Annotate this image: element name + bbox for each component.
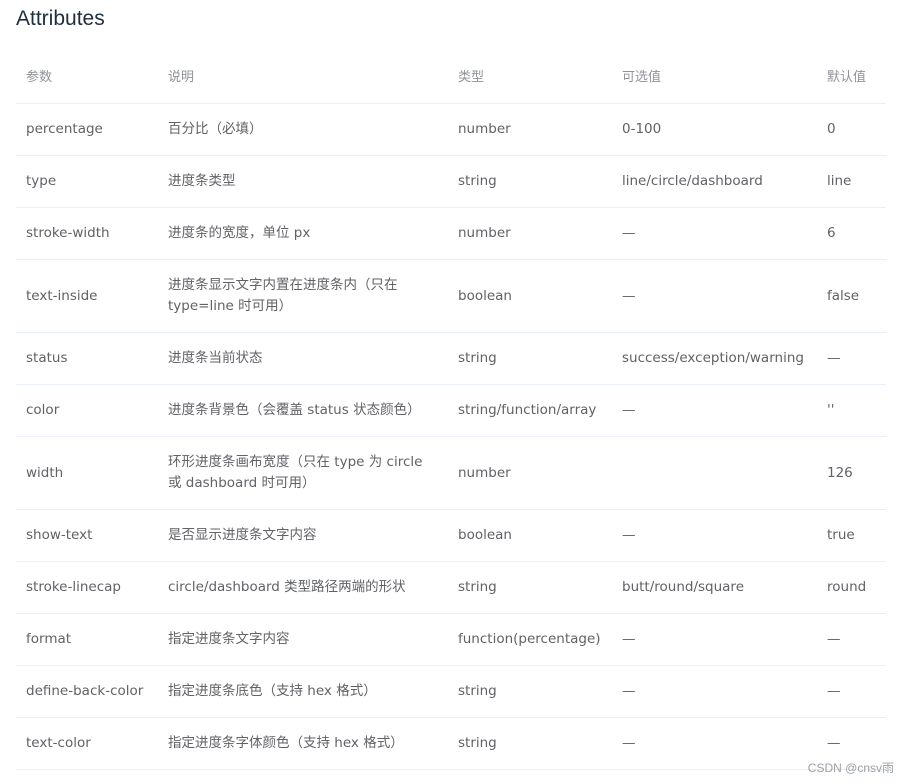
cell-param: width: [16, 436, 158, 510]
cell-param: stroke-width: [16, 207, 158, 260]
cell-description: 百分比（必填）: [158, 103, 448, 156]
header-description: 说明: [158, 52, 448, 104]
cell-default: —: [817, 613, 886, 666]
cell-type: string: [448, 332, 612, 385]
cell-options: —: [612, 384, 817, 437]
table-header-row: 参数 说明 类型 可选值 默认值: [16, 52, 886, 104]
cell-type: boolean: [448, 509, 612, 562]
cell-type: number: [448, 207, 612, 260]
cell-param: type: [16, 155, 158, 208]
cell-options: —: [612, 207, 817, 260]
cell-options: butt/round/square: [612, 561, 817, 614]
cell-options: —: [612, 259, 817, 333]
cell-default: false: [817, 259, 886, 333]
cell-type: boolean: [448, 259, 612, 333]
table-row: type 进度条类型 string line/circle/dashboard …: [16, 155, 886, 208]
table-row: show-text 是否显示进度条文字内容 boolean — true: [16, 509, 886, 562]
cell-default: 0: [817, 103, 886, 156]
table-row: color 进度条背景色（会覆盖 status 状态颜色） string/fun…: [16, 384, 886, 437]
cell-param: text-color: [16, 717, 158, 770]
cell-default: line: [817, 155, 886, 208]
cell-type: function(percentage): [448, 613, 612, 666]
cell-options: success/exception/warning: [612, 332, 817, 385]
cell-options: —: [612, 613, 817, 666]
cell-description: 进度条背景色（会覆盖 status 状态颜色）: [158, 384, 448, 437]
cell-description: 指定进度条字体颜色（支持 hex 格式）: [158, 717, 448, 770]
header-type: 类型: [448, 52, 612, 104]
cell-default: 126: [817, 436, 886, 510]
cell-description: 进度条的宽度，单位 px: [158, 207, 448, 260]
table-row: percentage 百分比（必填） number 0-100 0: [16, 103, 886, 156]
cell-default: '': [817, 384, 886, 437]
cell-param: status: [16, 332, 158, 385]
cell-type: string/function/array: [448, 384, 612, 437]
cell-param: color: [16, 384, 158, 437]
table-row: stroke-width 进度条的宽度，单位 px number — 6: [16, 207, 886, 260]
cell-type: string: [448, 717, 612, 770]
cell-options: —: [612, 509, 817, 562]
cell-default: —: [817, 665, 886, 718]
cell-type: string: [448, 561, 612, 614]
header-options: 可选值: [612, 52, 817, 104]
cell-description: 进度条显示文字内置在进度条内（只在 type=line 时可用）: [158, 259, 448, 333]
cell-options: 0-100: [612, 103, 817, 156]
table-row: format 指定进度条文字内容 function(percentage) — …: [16, 613, 886, 666]
cell-options: line/circle/dashboard: [612, 155, 817, 208]
cell-param: text-inside: [16, 259, 158, 333]
cell-param: percentage: [16, 103, 158, 156]
cell-options: —: [612, 717, 817, 770]
cell-default: round: [817, 561, 886, 614]
table-row: text-inside 进度条显示文字内置在进度条内（只在 type=line …: [16, 259, 886, 333]
cell-param: define-back-color: [16, 665, 158, 718]
table-row: stroke-linecap circle/dashboard 类型路径两端的形…: [16, 561, 886, 614]
cell-param: show-text: [16, 509, 158, 562]
cell-type: number: [448, 436, 612, 510]
cell-description: circle/dashboard 类型路径两端的形状: [158, 561, 448, 614]
cell-options: [612, 436, 817, 510]
cell-type: string: [448, 665, 612, 718]
table-row: text-color 指定进度条字体颜色（支持 hex 格式） string —…: [16, 717, 886, 770]
cell-description: 指定进度条底色（支持 hex 格式）: [158, 665, 448, 718]
cell-description: 环形进度条画布宽度（只在 type 为 circle 或 dashboard 时…: [158, 436, 448, 510]
cell-default: true: [817, 509, 886, 562]
table-row: status 进度条当前状态 string success/exception/…: [16, 332, 886, 385]
header-default: 默认值: [817, 52, 886, 104]
cell-type: string: [448, 155, 612, 208]
cell-type: number: [448, 103, 612, 156]
cell-param: stroke-linecap: [16, 561, 158, 614]
cell-description: 进度条当前状态: [158, 332, 448, 385]
watermark: CSDN @cnsv雨: [807, 761, 894, 775]
header-param: 参数: [16, 52, 158, 104]
cell-options: —: [612, 665, 817, 718]
table-row: width 环形进度条画布宽度（只在 type 为 circle 或 dashb…: [16, 436, 886, 510]
cell-description: 指定进度条文字内容: [158, 613, 448, 666]
cell-default: 6: [817, 207, 886, 260]
cell-description: 是否显示进度条文字内容: [158, 509, 448, 562]
cell-description: 进度条类型: [158, 155, 448, 208]
attributes-table: 参数 说明 类型 可选值 默认值 percentage 百分比（必填） numb…: [16, 52, 886, 770]
table-row: define-back-color 指定进度条底色（支持 hex 格式） str…: [16, 665, 886, 718]
page-title: Attributes: [16, 7, 105, 30]
cell-param: format: [16, 613, 158, 666]
cell-default: —: [817, 332, 886, 385]
